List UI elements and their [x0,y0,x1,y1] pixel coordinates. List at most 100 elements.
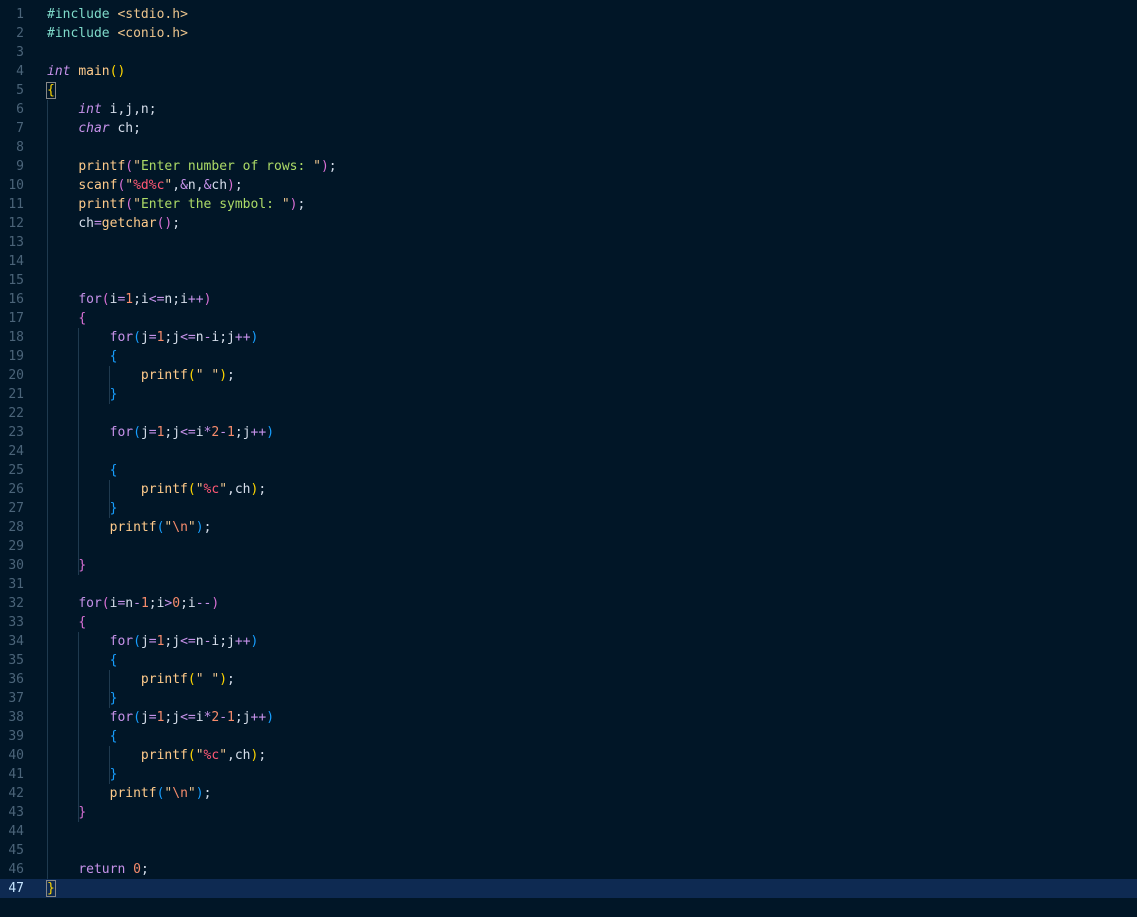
code-line[interactable]: 10 scanf("%d%c",&n,&ch); [0,176,1137,195]
code-line[interactable]: 11 printf("Enter the symbol: "); [0,195,1137,214]
code-token: () [156,216,173,231]
indent-guide [78,632,80,822]
code-line[interactable]: 37 } [0,689,1137,708]
code-editor[interactable]: 1 #include <stdio.h> 2 #include <conio.h> 3 4… [0,0,1137,917]
code-token: <= [148,292,165,307]
line-number: 30 [8,558,24,573]
code-token: \n [172,520,188,535]
code-token: { [109,349,118,364]
code-token: ;j [164,330,181,345]
line-code: for(i=1;i<=n;i++) [47,290,211,309]
code-token: ( [125,197,134,212]
code-token: () [109,64,126,79]
code-token: = [93,216,102,231]
code-token: j [140,634,149,649]
code-token: ,ch [227,748,251,763]
code-token: ++ [250,710,267,725]
code-line[interactable]: 13 [0,233,1137,252]
indent-guide [78,328,80,575]
code-line[interactable]: 16 for(i=1;i<=n;i++) [0,290,1137,309]
code-token: printf [109,520,157,535]
line-number: 47 [8,881,24,896]
code-line[interactable]: 38 for(j=1;j<=i*2-1;j++) [0,708,1137,727]
code-line[interactable]: 42 printf("\n"); [0,784,1137,803]
code-token: 1 [227,425,235,440]
code-line[interactable]: 19 { [0,347,1137,366]
line-number: 31 [8,577,24,592]
code-line[interactable]: 31 [0,575,1137,594]
code-line[interactable]: 17 { [0,309,1137,328]
code-token: " [187,786,196,801]
code-token: Enter the symbol: [140,197,282,212]
code-line[interactable]: 30 } [0,556,1137,575]
code-line[interactable]: 27 } [0,499,1137,518]
code-line[interactable]: 39 { [0,727,1137,746]
code-line[interactable]: 35 { [0,651,1137,670]
code-line[interactable]: 8 [0,138,1137,157]
code-line[interactable]: 32 for(i=n-1;i>0;i--) [0,594,1137,613]
line-code: printf("%c",ch); [47,746,266,765]
line-number: 28 [8,520,24,535]
code-token: ;j [164,710,181,725]
code-line[interactable]: 3 [0,43,1137,62]
code-line[interactable]: 41 } [0,765,1137,784]
code-line[interactable]: 47} [0,879,1137,898]
code-line[interactable]: 1 #include <stdio.h> [0,5,1137,24]
line-number: 25 [8,463,24,478]
code-token: ) [250,634,259,649]
code-line[interactable]: 44 [0,822,1137,841]
line-number: 22 [8,406,24,421]
line-number: 12 [8,216,24,231]
code-line[interactable]: 6 int i,j,n; [0,100,1137,119]
code-token: int [78,102,102,117]
code-line[interactable]: 45 [0,841,1137,860]
code-token: ) [219,672,228,687]
code-line[interactable]: 5{ [0,81,1137,100]
code-token: ; [258,748,267,763]
line-number: 26 [8,482,24,497]
code-line[interactable]: 18 for(j=1;j<=n-i;j++) [0,328,1137,347]
line-code: { [46,81,56,100]
code-line[interactable]: 14 [0,252,1137,271]
code-line[interactable]: 22 [0,404,1137,423]
indent-guide [109,670,111,708]
code-line[interactable]: 34 for(j=1;j<=n-i;j++) [0,632,1137,651]
code-token: <stdio.h> [117,7,188,22]
code-line[interactable]: 21 } [0,385,1137,404]
code-line[interactable]: 28 printf("\n"); [0,518,1137,537]
code-line[interactable]: 2 #include <conio.h> [0,24,1137,43]
code-line[interactable]: 7 char ch; [0,119,1137,138]
code-line[interactable]: 25 { [0,461,1137,480]
code-token: #include [47,26,118,41]
code-line[interactable]: 46 return 0; [0,860,1137,879]
code-line[interactable]: 26 printf("%c",ch); [0,480,1137,499]
line-number: 8 [16,140,24,155]
code-line[interactable]: 15 [0,271,1137,290]
code-line[interactable]: 12 ch=getchar(); [0,214,1137,233]
code-token: n [195,634,204,649]
code-token: printf [140,482,188,497]
code-token: <= [180,634,196,649]
code-line[interactable]: 40 printf("%c",ch); [0,746,1137,765]
code-line[interactable]: 29 [0,537,1137,556]
line-code: for(i=n-1;i>0;i--) [47,594,219,613]
code-line[interactable]: 9 printf("Enter number of rows: "); [0,157,1137,176]
code-line[interactable]: 23 for(j=1;j<=i*2-1;j++) [0,423,1137,442]
code-token: - [219,710,228,725]
code-token: ; [140,862,149,877]
code-token: n [125,596,134,611]
code-token: ++ [187,292,204,307]
code-line[interactable]: 33 { [0,613,1137,632]
line-code: printf(" "); [47,366,235,385]
code-line[interactable]: 20 printf(" "); [0,366,1137,385]
line-code: { [47,309,86,328]
code-token: } [109,387,118,402]
code-line[interactable]: 24 [0,442,1137,461]
indent-guide [109,480,111,518]
code-line[interactable]: 36 printf(" "); [0,670,1137,689]
code-line[interactable]: 4 int main() [0,62,1137,81]
code-line[interactable]: 43 } [0,803,1137,822]
